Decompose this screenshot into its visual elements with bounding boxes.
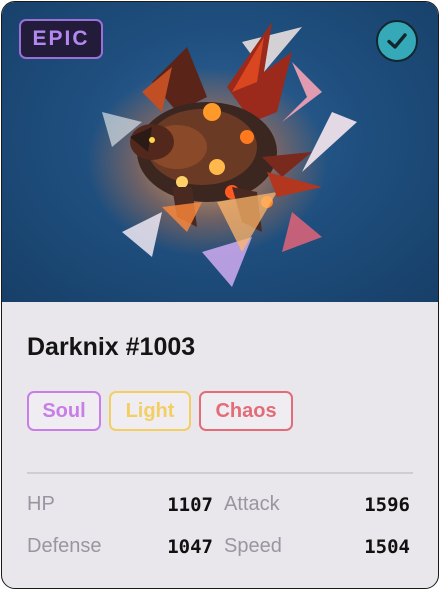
monster-name: Darknix #1003 <box>27 333 196 361</box>
tag-light[interactable]: Light <box>109 391 191 431</box>
verified-badge <box>376 20 418 62</box>
checkmark-icon <box>387 33 407 49</box>
divider <box>27 472 413 474</box>
tag-soul[interactable]: Soul <box>27 391 101 431</box>
card-info: Darknix #1003 Soul Light Chaos HP 1107 A… <box>2 302 438 588</box>
stat-value-hp: 1107 <box>167 494 213 516</box>
stat-value-attack: 1596 <box>364 494 410 516</box>
stat-label-speed: Speed <box>224 535 282 557</box>
tag-chaos[interactable]: Chaos <box>199 391 293 431</box>
stat-label-hp: HP <box>27 493 55 515</box>
stat-label-attack: Attack <box>224 493 280 515</box>
stat-label-defense: Defense <box>27 535 102 557</box>
monster-card[interactable]: EPIC Darknix #1003 Soul Light Chaos HP 1… <box>1 1 439 589</box>
stat-value-defense: 1047 <box>167 536 213 558</box>
stat-value-speed: 1504 <box>364 536 410 558</box>
monster-artwork: EPIC <box>2 2 438 302</box>
rarity-badge: EPIC <box>19 19 103 59</box>
